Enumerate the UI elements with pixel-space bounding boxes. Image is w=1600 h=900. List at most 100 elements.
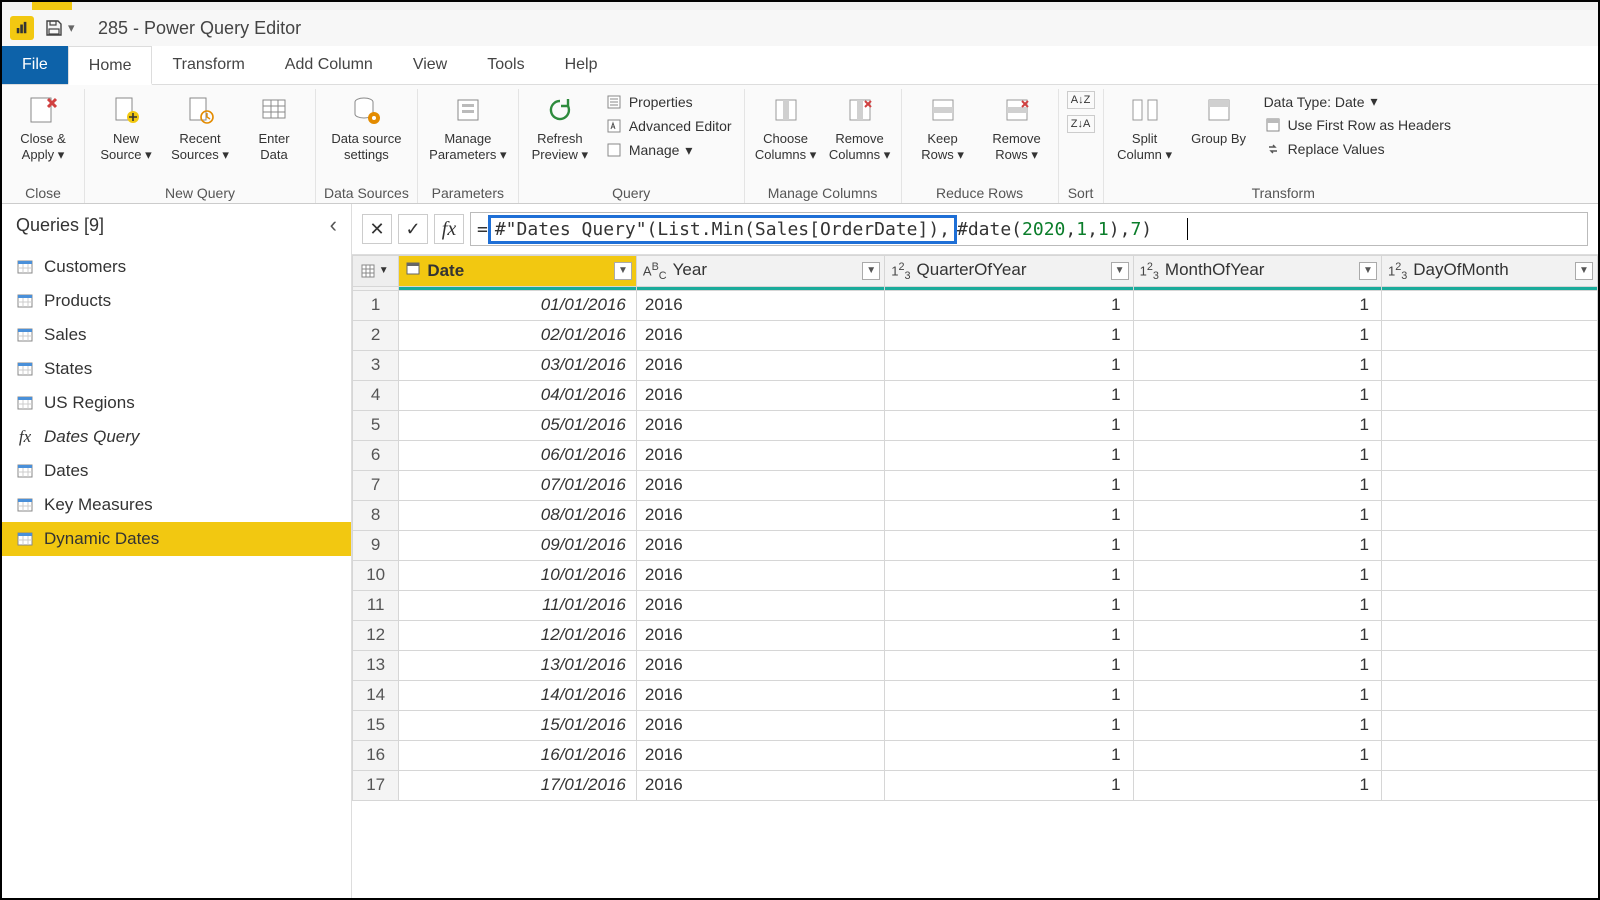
query-item-products[interactable]: Products (2, 284, 351, 318)
cell-year[interactable]: 2016 (636, 620, 884, 650)
column-header-monthofyear[interactable]: 123MonthOfYear▼ (1133, 256, 1381, 287)
cell-date[interactable]: 09/01/2016 (399, 530, 637, 560)
cell-month[interactable]: 1 (1133, 710, 1381, 740)
cell-year[interactable]: 2016 (636, 350, 884, 380)
cell-year[interactable]: 2016 (636, 530, 884, 560)
replace-values-button[interactable]: Replace Values (1260, 138, 1455, 160)
cell-quarter[interactable]: 1 (885, 620, 1133, 650)
filter-dropdown-icon[interactable]: ▼ (862, 262, 880, 280)
cell-year[interactable]: 2016 (636, 500, 884, 530)
table-row[interactable]: 101/01/2016201611 (353, 290, 1598, 320)
cell-day[interactable] (1381, 620, 1597, 650)
data-source-settings-button[interactable]: Data source settings (326, 91, 406, 167)
properties-button[interactable]: Properties (601, 91, 736, 113)
table-row[interactable]: 808/01/2016201611 (353, 500, 1598, 530)
cell-day[interactable] (1381, 710, 1597, 740)
table-row[interactable]: 1313/01/2016201611 (353, 650, 1598, 680)
cell-date[interactable]: 14/01/2016 (399, 680, 637, 710)
data-grid[interactable]: ▼ Date▼ABCYear▼123QuarterOfYear▼123Month… (352, 255, 1598, 801)
query-item-states[interactable]: States (2, 352, 351, 386)
query-item-dates-query[interactable]: fxDates Query (2, 420, 351, 454)
cell-quarter[interactable]: 1 (885, 680, 1133, 710)
cell-quarter[interactable]: 1 (885, 770, 1133, 800)
cell-year[interactable]: 2016 (636, 410, 884, 440)
cell-quarter[interactable]: 1 (885, 710, 1133, 740)
filter-dropdown-icon[interactable]: ▼ (614, 262, 632, 280)
column-header-dayofmonth[interactable]: 123DayOfMonth▼ (1381, 256, 1597, 287)
close-apply-button[interactable]: Close & Apply ▾ (10, 91, 76, 167)
table-row[interactable]: 1515/01/2016201611 (353, 710, 1598, 740)
table-row[interactable]: 202/01/2016201611 (353, 320, 1598, 350)
sort-desc-button[interactable]: Z↓A (1067, 115, 1095, 133)
tab-view[interactable]: View (393, 46, 467, 84)
cell-day[interactable] (1381, 680, 1597, 710)
fx-button[interactable]: fx (434, 214, 464, 244)
split-column-button[interactable]: Split Column ▾ (1112, 91, 1178, 167)
cell-date[interactable]: 08/01/2016 (399, 500, 637, 530)
cell-year[interactable]: 2016 (636, 650, 884, 680)
cell-date[interactable]: 12/01/2016 (399, 620, 637, 650)
table-row[interactable]: 505/01/2016201611 (353, 410, 1598, 440)
cell-date[interactable]: 11/01/2016 (399, 590, 637, 620)
cell-quarter[interactable]: 1 (885, 380, 1133, 410)
cell-day[interactable] (1381, 410, 1597, 440)
cell-day[interactable] (1381, 650, 1597, 680)
use-first-row-button[interactable]: Use First Row as Headers (1260, 114, 1455, 136)
tab-help[interactable]: Help (545, 46, 618, 84)
choose-columns-button[interactable]: Choose Columns ▾ (753, 91, 819, 167)
tab-add-column[interactable]: Add Column (265, 46, 393, 84)
cell-year[interactable]: 2016 (636, 290, 884, 320)
cell-year[interactable]: 2016 (636, 740, 884, 770)
cell-year[interactable]: 2016 (636, 470, 884, 500)
cell-date[interactable]: 10/01/2016 (399, 560, 637, 590)
tab-home[interactable]: Home (68, 46, 153, 85)
cell-day[interactable] (1381, 320, 1597, 350)
query-item-dates[interactable]: Dates (2, 454, 351, 488)
cell-month[interactable]: 1 (1133, 740, 1381, 770)
cell-day[interactable] (1381, 530, 1597, 560)
query-item-key-measures[interactable]: Key Measures (2, 488, 351, 522)
formula-input[interactable]: = #"Dates Query"(List.Min(Sales[OrderDat… (470, 212, 1588, 246)
data-type-button[interactable]: Data Type: Date ▾ (1260, 91, 1455, 112)
tab-tools[interactable]: Tools (467, 46, 544, 84)
cell-day[interactable] (1381, 560, 1597, 590)
cell-month[interactable]: 1 (1133, 650, 1381, 680)
cell-quarter[interactable]: 1 (885, 440, 1133, 470)
cell-month[interactable]: 1 (1133, 350, 1381, 380)
cell-date[interactable]: 04/01/2016 (399, 380, 637, 410)
cell-date[interactable]: 16/01/2016 (399, 740, 637, 770)
cell-month[interactable]: 1 (1133, 560, 1381, 590)
cell-day[interactable] (1381, 290, 1597, 320)
cell-year[interactable]: 2016 (636, 770, 884, 800)
cell-year[interactable]: 2016 (636, 440, 884, 470)
group-by-button[interactable]: Group By (1186, 91, 1252, 167)
table-row[interactable]: 404/01/2016201611 (353, 380, 1598, 410)
cell-quarter[interactable]: 1 (885, 530, 1133, 560)
remove-columns-button[interactable]: Remove Columns ▾ (827, 91, 893, 167)
table-row[interactable]: 909/01/2016201611 (353, 530, 1598, 560)
table-row[interactable]: 1616/01/2016201611 (353, 740, 1598, 770)
query-item-sales[interactable]: Sales (2, 318, 351, 352)
cell-month[interactable]: 1 (1133, 500, 1381, 530)
cell-month[interactable]: 1 (1133, 530, 1381, 560)
keep-rows-button[interactable]: Keep Rows ▾ (910, 91, 976, 167)
table-row[interactable]: 1111/01/2016201611 (353, 590, 1598, 620)
cell-month[interactable]: 1 (1133, 620, 1381, 650)
table-row[interactable]: 303/01/2016201611 (353, 350, 1598, 380)
cell-month[interactable]: 1 (1133, 320, 1381, 350)
cell-quarter[interactable]: 1 (885, 290, 1133, 320)
cell-year[interactable]: 2016 (636, 680, 884, 710)
column-header-year[interactable]: ABCYear▼ (636, 256, 884, 287)
table-row[interactable]: 707/01/2016201611 (353, 470, 1598, 500)
manage-button[interactable]: Manage ▾ (601, 139, 736, 161)
cell-quarter[interactable]: 1 (885, 740, 1133, 770)
manage-parameters-button[interactable]: Manage Parameters ▾ (426, 91, 510, 167)
cell-day[interactable] (1381, 500, 1597, 530)
cell-day[interactable] (1381, 350, 1597, 380)
enter-data-button[interactable]: Enter Data (241, 91, 307, 167)
query-item-dynamic-dates[interactable]: Dynamic Dates (2, 522, 351, 556)
cell-year[interactable]: 2016 (636, 320, 884, 350)
remove-rows-button[interactable]: Remove Rows ▾ (984, 91, 1050, 167)
recent-sources-button[interactable]: Recent Sources ▾ (167, 91, 233, 167)
formula-cancel-button[interactable]: ✕ (362, 214, 392, 244)
